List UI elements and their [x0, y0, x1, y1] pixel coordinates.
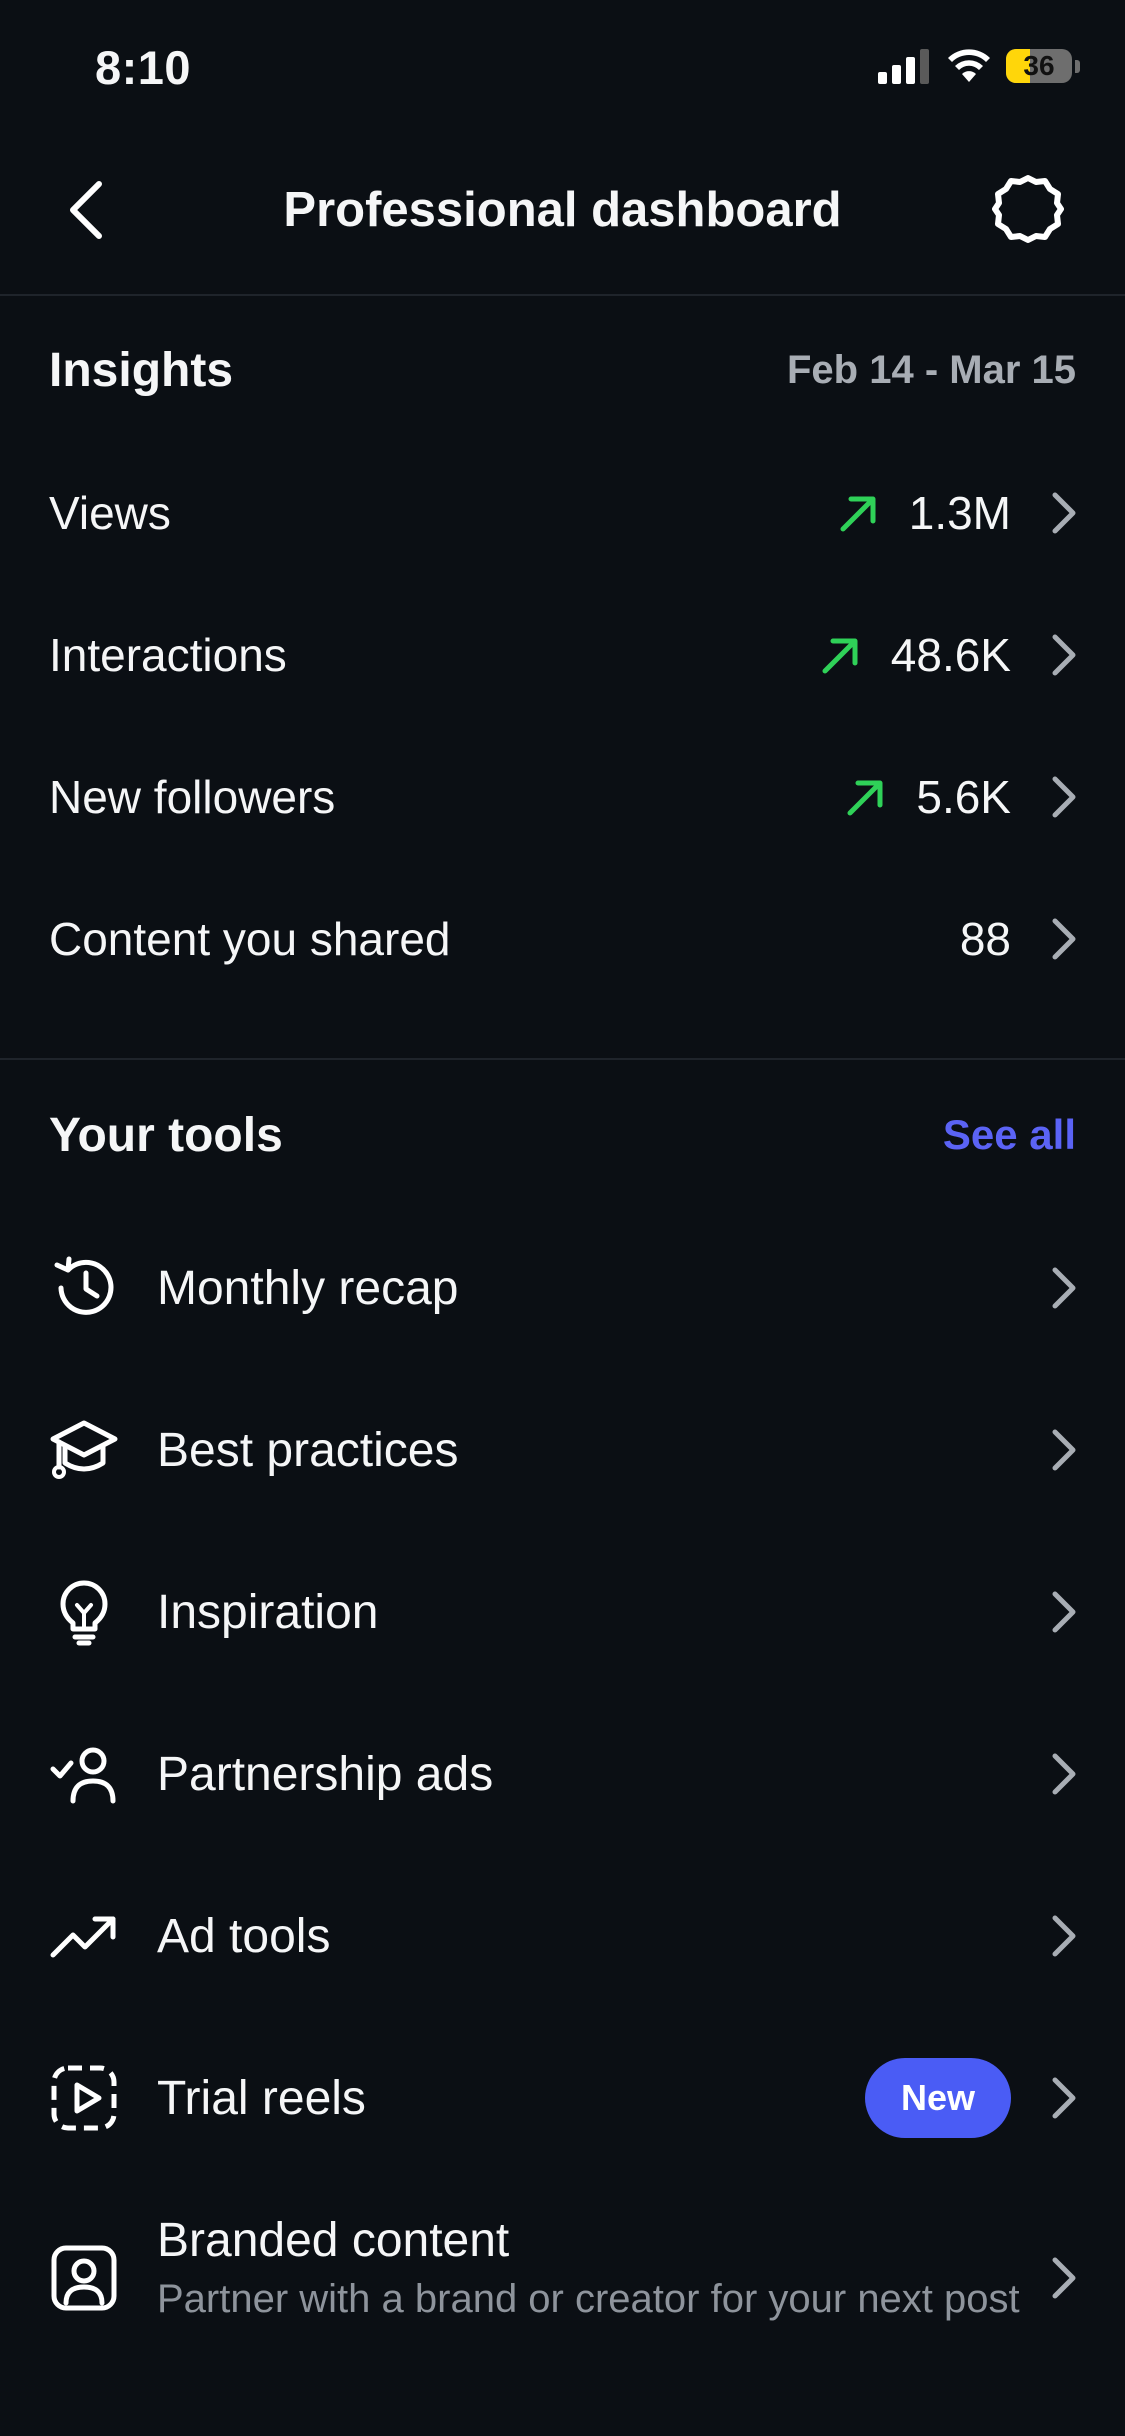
tool-text: Monthly recap — [157, 1261, 1045, 1316]
page-title: Professional dashboard — [283, 183, 842, 237]
tool-label: Inspiration — [157, 1585, 379, 1639]
tool-text: Inspiration — [157, 1585, 1045, 1640]
header-divider — [0, 294, 1125, 296]
chevron-right-icon — [1052, 1267, 1076, 1309]
tool-text: Partnership ads — [157, 1747, 1045, 1802]
status-bar: 8:10 36 — [0, 0, 1125, 130]
status-time: 8:10 — [95, 41, 192, 94]
trending-up-icon — [50, 1916, 116, 1958]
metric-row-content-shared[interactable]: Content you shared 88 — [49, 889, 1085, 989]
portrait-icon — [51, 2245, 117, 2311]
cellular-signal-icon — [878, 49, 929, 84]
tool-label: Branded content — [157, 2214, 510, 2267]
metric-row-new-followers[interactable]: New followers 5.6K — [49, 747, 1085, 847]
new-badge: New — [864, 2058, 1011, 2138]
history-clock-icon — [54, 1256, 114, 1315]
tool-label: Ad tools — [157, 1909, 331, 1963]
section-divider — [0, 1058, 1125, 1060]
chevron-right-icon — [1052, 776, 1076, 818]
person-check-icon — [50, 1747, 116, 1804]
insights-header: Insights Feb 14 - Mar 15 — [49, 335, 1076, 405]
gear-icon — [992, 175, 1064, 243]
settings-button[interactable] — [983, 164, 1073, 254]
metric-label: Views — [49, 487, 171, 539]
battery-icon: 36 — [1006, 49, 1072, 83]
status-icons: 36 — [878, 48, 1080, 84]
trend-up-icon — [847, 780, 883, 816]
metric-value: 5.6K — [916, 771, 1011, 823]
insights-date-range[interactable]: Feb 14 - Mar 15 — [787, 348, 1076, 393]
tool-label: Best practices — [157, 1423, 459, 1477]
metric-row-views[interactable]: Views 1.3M — [49, 463, 1085, 563]
tool-subtitle: Partner with a brand or creator for your… — [157, 2277, 1020, 2321]
chevron-right-icon — [1052, 1753, 1076, 1795]
trend-up-icon — [840, 496, 876, 532]
tool-item-partnership-ads[interactable]: Partnership ads — [49, 1699, 1085, 1849]
chevron-right-icon — [1052, 492, 1076, 534]
chevron-right-icon — [1052, 2257, 1076, 2299]
tool-text: Ad tools — [157, 1909, 1045, 1964]
metric-value: 88 — [959, 913, 1011, 965]
tool-item-ad-tools[interactable]: Ad tools — [49, 1861, 1085, 2011]
insights-title: Insights — [49, 343, 234, 397]
tool-item-monthly-recap[interactable]: Monthly recap — [49, 1213, 1085, 1363]
tool-item-trial-reels[interactable]: Trial reels New — [49, 2023, 1085, 2173]
metric-value: 1.3M — [908, 487, 1011, 539]
tool-text: Branded content Partner with a brand or … — [157, 2213, 1045, 2343]
tool-label: Monthly recap — [157, 1261, 459, 1315]
lightbulb-icon — [60, 1580, 108, 1646]
tool-item-best-practices[interactable]: Best practices — [49, 1375, 1085, 1525]
battery-cap — [1075, 59, 1080, 73]
metric-value: 48.6K — [890, 629, 1011, 681]
tool-label: Partnership ads — [157, 1747, 494, 1801]
tool-item-branded-content[interactable]: Branded content Partner with a brand or … — [49, 2178, 1085, 2378]
tool-text: Best practices — [157, 1423, 1045, 1478]
graduation-cap-icon — [50, 1420, 118, 1479]
tool-text: Trial reels — [157, 2071, 865, 2126]
chevron-right-icon — [1052, 1591, 1076, 1633]
see-all-link[interactable]: See all — [943, 1111, 1076, 1159]
chevron-right-icon — [1052, 1429, 1076, 1471]
trend-up-icon — [822, 638, 858, 674]
tool-item-inspiration[interactable]: Inspiration — [49, 1537, 1085, 1687]
reel-play-icon — [51, 2065, 117, 2131]
chevron-right-icon — [1052, 2077, 1076, 2119]
wifi-icon — [948, 49, 990, 82]
chevron-right-icon — [1052, 634, 1076, 676]
metric-label: New followers — [49, 771, 336, 823]
chevron-right-icon — [1052, 1915, 1076, 1957]
tools-title: Your tools — [49, 1108, 283, 1162]
metric-row-interactions[interactable]: Interactions 48.6K — [49, 605, 1085, 705]
battery-level: 36 — [1023, 50, 1055, 81]
tool-label: Trial reels — [157, 2071, 366, 2125]
chevron-right-icon — [1052, 918, 1076, 960]
metric-label: Interactions — [49, 629, 287, 681]
metric-label: Content you shared — [49, 913, 451, 965]
tools-header: Your tools See all — [49, 1100, 1076, 1170]
navigation-bar: Professional dashboard — [0, 130, 1125, 295]
